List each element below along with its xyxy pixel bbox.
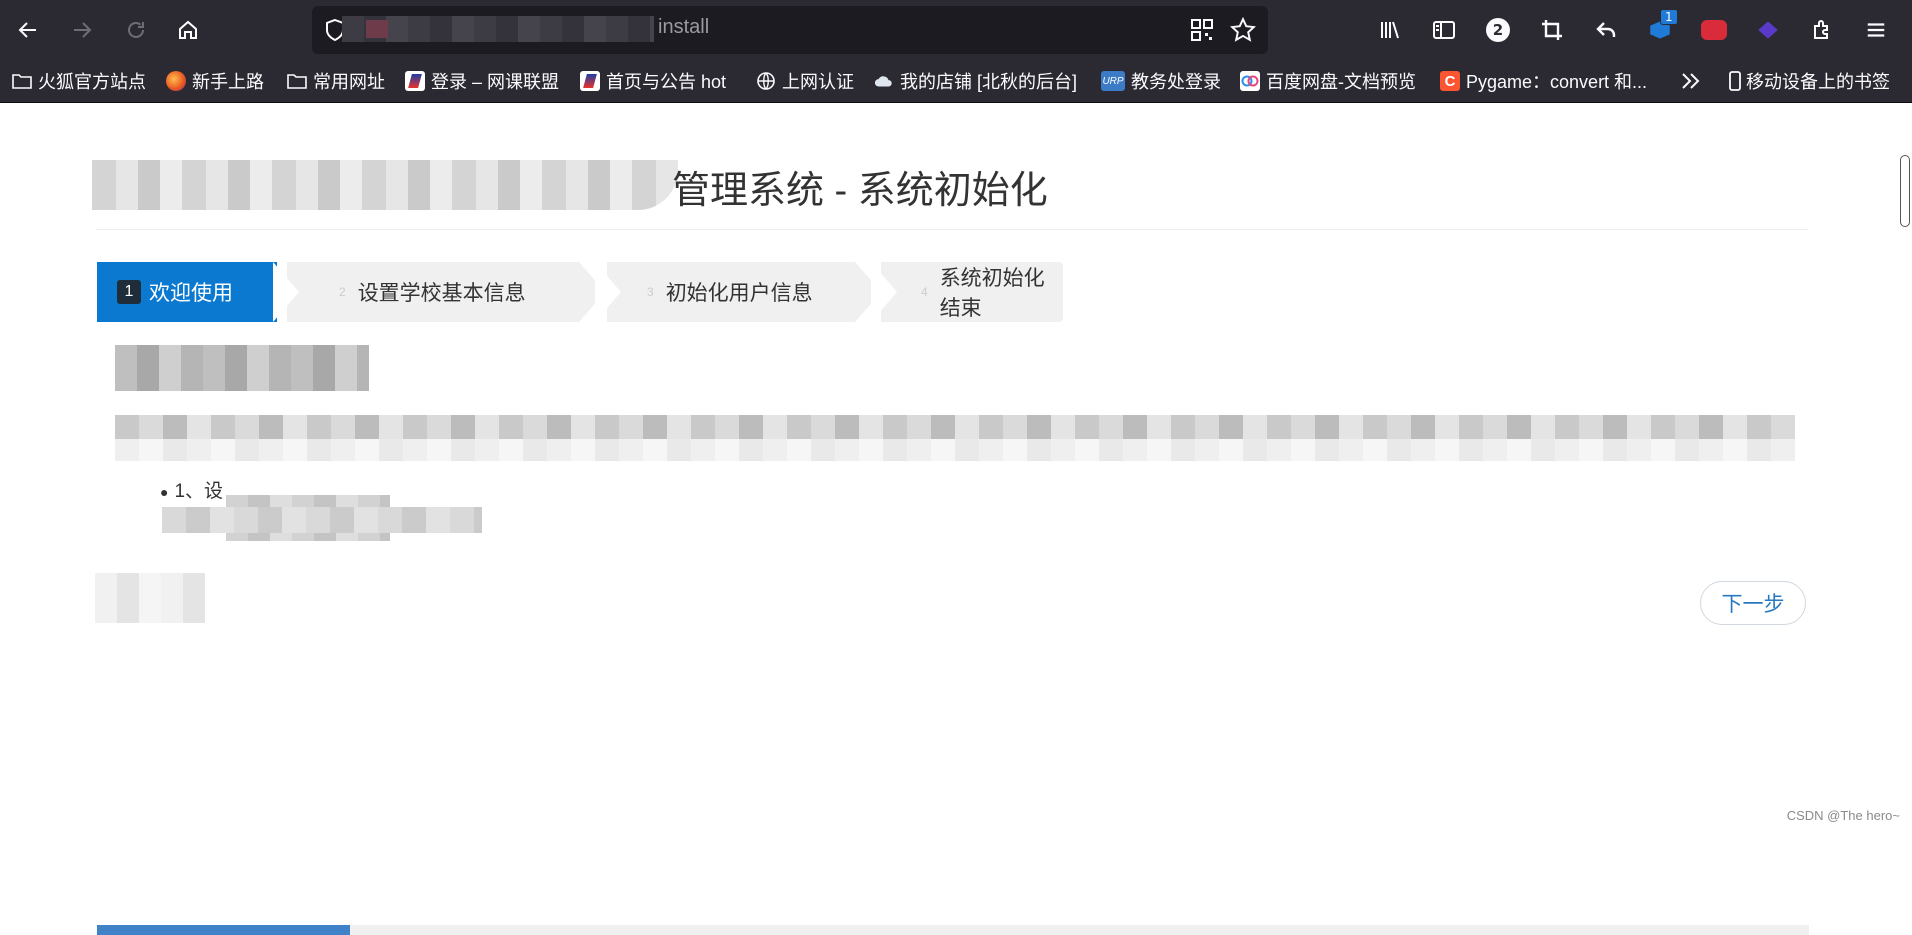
bookmark-label: 移动设备上的书签: [1746, 72, 1890, 92]
bookmark-label: 教务处登录: [1131, 72, 1221, 92]
bookmarks-bar: 火狐官方站点 新手上路 常用网址 登录 – 网课联盟 首页与公告 hot 上网认…: [0, 60, 1912, 103]
step-label: 系统初始化结束: [939, 267, 1045, 320]
step-number: 4: [921, 285, 928, 299]
step-number: 1: [117, 280, 141, 304]
redacted-block: [95, 573, 205, 623]
list-item: ● 1、设: [160, 481, 224, 502]
site-favicon: [366, 20, 388, 38]
bookmark-label: 我的店铺 [北秋的后台]: [900, 72, 1078, 92]
bookmark-label: 常用网址: [313, 72, 385, 92]
step-chevron: [273, 262, 299, 322]
step-chevron: [871, 262, 897, 322]
title-divider: [96, 229, 1808, 230]
back-arrow-icon[interactable]: [10, 12, 46, 48]
bookmark-label: 登录 – 网课联盟: [431, 72, 560, 92]
urp-icon: URP: [1101, 71, 1125, 91]
extension-badge: 1: [1660, 9, 1678, 25]
bookmark-label: 火狐官方站点: [38, 72, 146, 92]
globe-icon: [756, 71, 776, 91]
bookmark-item[interactable]: C Pygame：convert 和...: [1440, 68, 1647, 94]
watermark: CSDN @The hero~: [1786, 808, 1900, 823]
url-text: install: [658, 16, 710, 38]
bookmark-label: Pygame：convert 和...: [1466, 72, 1648, 92]
redacted-paragraph: [115, 415, 1795, 439]
tab-count: 2: [1486, 18, 1510, 42]
wizard-steps: 1 欢迎使用 2 设置学校基本信息 3 初始化用户信息 4 系统初始化结束: [97, 262, 1063, 322]
sidebar-icon[interactable]: [1426, 12, 1462, 48]
reload-icon[interactable]: [118, 12, 154, 48]
bookmark-label: 首页与公告 hot: [606, 72, 727, 92]
bookmark-star-icon[interactable]: [1229, 16, 1257, 47]
bookmark-item[interactable]: 首页与公告 hot: [580, 68, 726, 94]
redacted-paragraph: [115, 439, 1795, 461]
step-chevron: [595, 262, 621, 322]
progress-fill: [97, 925, 351, 935]
cloud-icon: [874, 71, 894, 91]
site-icon: [580, 71, 600, 91]
forward-arrow-icon[interactable]: [64, 12, 100, 48]
step-label: 初始化用户信息: [665, 282, 813, 305]
extensions-puzzle-icon[interactable]: [1804, 12, 1840, 48]
redacted-list-text: [162, 507, 482, 533]
mobile-icon: [1728, 71, 1742, 91]
bookmark-item[interactable]: 百度网盘-文档预览: [1240, 68, 1416, 94]
page-content: 管理系统 - 系统初始化 1 欢迎使用 2 设置学校基本信息 3 初始化用户信息…: [0, 103, 1912, 935]
next-step-button[interactable]: 下一步: [1700, 581, 1806, 625]
list-item-text: 1、设: [174, 481, 224, 502]
url-redacted: [342, 16, 654, 42]
address-bar[interactable]: install: [312, 6, 1268, 54]
extension-icon[interactable]: 1: [1642, 9, 1678, 48]
bookmark-item[interactable]: 新手上路: [166, 68, 264, 94]
step-number: 3: [647, 285, 654, 299]
bookmark-item[interactable]: 我的店铺 [北秋的后台]: [874, 68, 1077, 94]
home-icon[interactable]: [170, 12, 206, 48]
page-scrollbar[interactable]: [1900, 155, 1910, 227]
tab-count-badge-icon[interactable]: 2: [1480, 12, 1516, 48]
redacted-title-prefix: [92, 160, 678, 210]
qr-code-icon[interactable]: [1190, 18, 1214, 46]
step-label: 欢迎使用: [149, 282, 233, 305]
crop-icon[interactable]: [1534, 12, 1570, 48]
bookmark-label: 上网认证: [782, 72, 854, 92]
more-bookmarks-chevron-icon[interactable]: [1680, 68, 1702, 94]
page-title: 管理系统 - 系统初始化: [672, 170, 1048, 212]
bookmark-label: 新手上路: [192, 72, 264, 92]
step-welcome: 1 欢迎使用: [97, 262, 277, 322]
step-number: 2: [339, 285, 346, 299]
browser-toolbar: install 2 1: [0, 0, 1912, 60]
video-extension-icon[interactable]: [1696, 12, 1732, 48]
step-label: 设置学校基本信息: [357, 282, 526, 305]
bookmark-item[interactable]: URP 教务处登录: [1101, 68, 1221, 94]
bookmark-item[interactable]: 移动设备上的书签: [1728, 68, 1890, 94]
csdn-icon: C: [1440, 71, 1460, 91]
folder-icon: [12, 71, 32, 91]
menu-hamburger-icon[interactable]: [1858, 12, 1894, 48]
bookmark-item[interactable]: 上网认证: [756, 68, 854, 94]
bookmark-label: 百度网盘-文档预览: [1266, 72, 1416, 92]
firefox-icon: [166, 71, 186, 91]
bookmark-item[interactable]: 火狐官方站点: [12, 68, 146, 94]
undo-icon[interactable]: [1588, 12, 1624, 48]
bookmark-item[interactable]: 登录 – 网课联盟: [405, 68, 559, 94]
purple-extension-icon[interactable]: [1750, 12, 1786, 48]
baidu-icon: [1240, 71, 1260, 91]
step-finish: 4 系统初始化结束: [881, 262, 1063, 322]
progress-bar: [97, 925, 1809, 935]
library-icon[interactable]: [1372, 12, 1408, 48]
folder-icon: [287, 71, 307, 91]
bookmark-item[interactable]: 常用网址: [287, 68, 385, 94]
step-school-info: 2 设置学校基本信息: [287, 262, 579, 322]
step-user-info: 3 初始化用户信息: [607, 262, 855, 322]
site-icon: [405, 71, 425, 91]
redacted-heading: [115, 345, 369, 391]
